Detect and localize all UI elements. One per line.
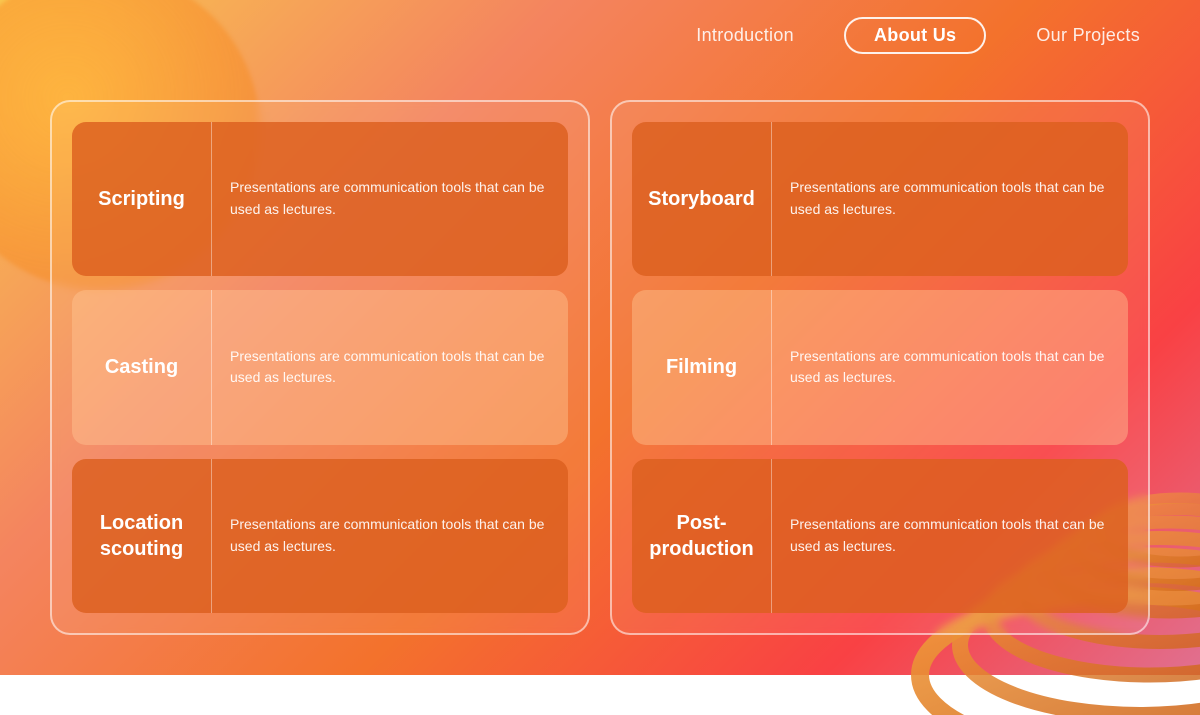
card-post-production-desc: Presentations are communication tools th… [772, 504, 1128, 567]
card-storyboard-title-block: Storyboard [632, 122, 772, 276]
nav-our-projects[interactable]: Our Projects [1036, 25, 1140, 46]
card-filming-title: Filming [666, 354, 737, 380]
nav-about-us[interactable]: About Us [844, 17, 986, 54]
card-post-production-title: Post-production [648, 510, 755, 562]
left-panel: Scripting Presentations are communicatio… [50, 100, 590, 635]
card-scripting[interactable]: Scripting Presentations are communicatio… [72, 122, 568, 276]
navigation: Introduction About Us Our Projects [0, 0, 1200, 70]
nav-introduction[interactable]: Introduction [696, 25, 794, 46]
card-filming-desc: Presentations are communication tools th… [772, 336, 1128, 399]
card-location-scouting-title: Location scouting [88, 510, 195, 562]
card-storyboard-title: Storyboard [648, 186, 755, 212]
card-location-scouting-desc: Presentations are communication tools th… [212, 504, 568, 567]
card-filming-title-block: Filming [632, 290, 772, 444]
card-casting-desc: Presentations are communication tools th… [212, 336, 568, 399]
card-storyboard[interactable]: Storyboard Presentations are communicati… [632, 122, 1128, 276]
right-panel: Storyboard Presentations are communicati… [610, 100, 1150, 635]
card-scripting-title: Scripting [98, 186, 185, 212]
card-scripting-desc: Presentations are communication tools th… [212, 167, 568, 230]
card-casting[interactable]: Casting Presentations are communication … [72, 290, 568, 444]
card-casting-title-block: Casting [72, 290, 212, 444]
card-casting-title: Casting [105, 354, 178, 380]
card-storyboard-desc: Presentations are communication tools th… [772, 167, 1128, 230]
card-filming[interactable]: Filming Presentations are communication … [632, 290, 1128, 444]
card-location-scouting-title-block: Location scouting [72, 459, 212, 613]
card-location-scouting[interactable]: Location scouting Presentations are comm… [72, 459, 568, 613]
card-post-production-title-block: Post-production [632, 459, 772, 613]
card-scripting-title-block: Scripting [72, 122, 212, 276]
main-content: Scripting Presentations are communicatio… [50, 100, 1150, 635]
card-post-production[interactable]: Post-production Presentations are commun… [632, 459, 1128, 613]
